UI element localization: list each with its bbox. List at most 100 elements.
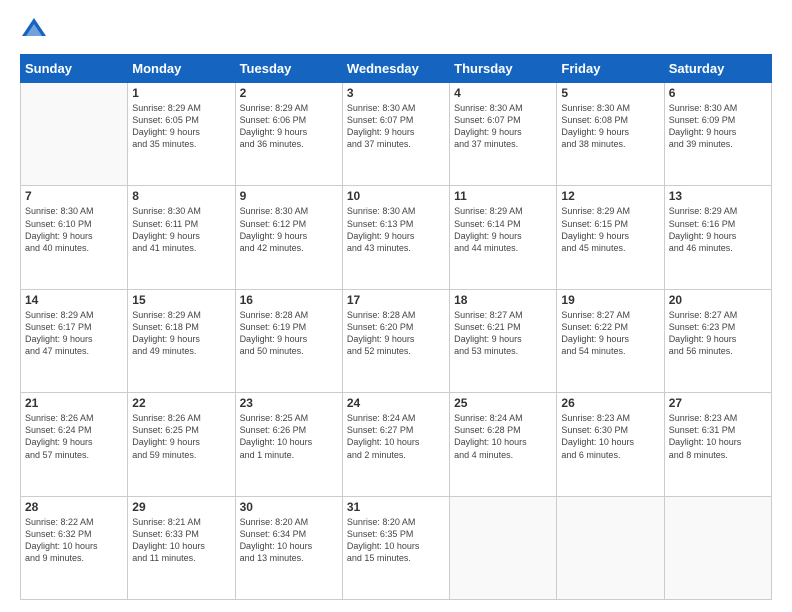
day-info: Sunrise: 8:26 AM Sunset: 6:25 PM Dayligh… [132, 412, 230, 461]
day-number: 21 [25, 396, 123, 410]
day-info: Sunrise: 8:29 AM Sunset: 6:05 PM Dayligh… [132, 102, 230, 151]
weekday-header-thursday: Thursday [450, 55, 557, 83]
day-info: Sunrise: 8:29 AM Sunset: 6:15 PM Dayligh… [561, 205, 659, 254]
weekday-header-wednesday: Wednesday [342, 55, 449, 83]
day-number: 4 [454, 86, 552, 100]
calendar-cell: 1 Sunrise: 8:29 AM Sunset: 6:05 PM Daylig… [128, 83, 235, 186]
weekday-header-tuesday: Tuesday [235, 55, 342, 83]
day-info: Sunrise: 8:20 AM Sunset: 6:35 PM Dayligh… [347, 516, 445, 565]
day-info: Sunrise: 8:27 AM Sunset: 6:23 PM Dayligh… [669, 309, 767, 358]
day-number: 23 [240, 396, 338, 410]
calendar-cell: 30 Sunrise: 8:20 AM Sunset: 6:34 PM Dayli… [235, 496, 342, 599]
calendar-cell: 8 Sunrise: 8:30 AM Sunset: 6:11 PM Daylig… [128, 186, 235, 289]
calendar-cell [450, 496, 557, 599]
calendar-cell: 18 Sunrise: 8:27 AM Sunset: 6:21 PM Dayli… [450, 289, 557, 392]
day-info: Sunrise: 8:23 AM Sunset: 6:31 PM Dayligh… [669, 412, 767, 461]
weekday-header-friday: Friday [557, 55, 664, 83]
day-number: 24 [347, 396, 445, 410]
day-info: Sunrise: 8:30 AM Sunset: 6:07 PM Dayligh… [454, 102, 552, 151]
day-number: 16 [240, 293, 338, 307]
calendar-cell: 15 Sunrise: 8:29 AM Sunset: 6:18 PM Dayli… [128, 289, 235, 392]
day-info: Sunrise: 8:30 AM Sunset: 6:10 PM Dayligh… [25, 205, 123, 254]
day-info: Sunrise: 8:24 AM Sunset: 6:27 PM Dayligh… [347, 412, 445, 461]
calendar-cell: 11Sunrise: 8:29 AM Sunset: 6:14 PM Dayli… [450, 186, 557, 289]
day-info: Sunrise: 8:26 AM Sunset: 6:24 PM Dayligh… [25, 412, 123, 461]
day-number: 17 [347, 293, 445, 307]
day-info: Sunrise: 8:27 AM Sunset: 6:21 PM Dayligh… [454, 309, 552, 358]
day-number: 15 [132, 293, 230, 307]
day-info: Sunrise: 8:30 AM Sunset: 6:13 PM Dayligh… [347, 205, 445, 254]
day-info: Sunrise: 8:25 AM Sunset: 6:26 PM Dayligh… [240, 412, 338, 461]
calendar-cell: 29 Sunrise: 8:21 AM Sunset: 6:33 PM Dayli… [128, 496, 235, 599]
calendar-cell: 23 Sunrise: 8:25 AM Sunset: 6:26 PM Dayli… [235, 393, 342, 496]
calendar-cell: 16 Sunrise: 8:28 AM Sunset: 6:19 PM Dayli… [235, 289, 342, 392]
day-number: 7 [25, 189, 123, 203]
calendar-cell: 19Sunrise: 8:27 AM Sunset: 6:22 PM Dayli… [557, 289, 664, 392]
calendar-table: SundayMondayTuesdayWednesdayThursdayFrid… [20, 54, 772, 600]
calendar-cell: 27 Sunrise: 8:23 AM Sunset: 6:31 PM Dayli… [664, 393, 771, 496]
calendar-cell: 31 Sunrise: 8:20 AM Sunset: 6:35 PM Dayli… [342, 496, 449, 599]
calendar-cell: 3Sunrise: 8:30 AM Sunset: 6:07 PM Daylig… [342, 83, 449, 186]
calendar-cell: 20Sunrise: 8:27 AM Sunset: 6:23 PM Dayli… [664, 289, 771, 392]
day-number: 2 [240, 86, 338, 100]
page: SundayMondayTuesdayWednesdayThursdayFrid… [0, 0, 792, 612]
day-info: Sunrise: 8:30 AM Sunset: 6:09 PM Dayligh… [669, 102, 767, 151]
day-number: 31 [347, 500, 445, 514]
day-info: Sunrise: 8:28 AM Sunset: 6:19 PM Dayligh… [240, 309, 338, 358]
day-number: 12 [561, 189, 659, 203]
day-info: Sunrise: 8:20 AM Sunset: 6:34 PM Dayligh… [240, 516, 338, 565]
calendar-cell: 10 Sunrise: 8:30 AM Sunset: 6:13 PM Dayli… [342, 186, 449, 289]
logo-icon [20, 16, 48, 44]
calendar-header-row: SundayMondayTuesdayWednesdayThursdayFrid… [21, 55, 772, 83]
calendar-cell: 22 Sunrise: 8:26 AM Sunset: 6:25 PM Dayli… [128, 393, 235, 496]
day-info: Sunrise: 8:29 AM Sunset: 6:17 PM Dayligh… [25, 309, 123, 358]
calendar-cell: 24 Sunrise: 8:24 AM Sunset: 6:27 PM Dayli… [342, 393, 449, 496]
calendar-cell: 21 Sunrise: 8:26 AM Sunset: 6:24 PM Dayli… [21, 393, 128, 496]
calendar-cell: 28Sunrise: 8:22 AM Sunset: 6:32 PM Dayli… [21, 496, 128, 599]
calendar-cell: 13 Sunrise: 8:29 AM Sunset: 6:16 PM Dayli… [664, 186, 771, 289]
weekday-header-sunday: Sunday [21, 55, 128, 83]
day-info: Sunrise: 8:29 AM Sunset: 6:18 PM Dayligh… [132, 309, 230, 358]
calendar-cell: 7 Sunrise: 8:30 AM Sunset: 6:10 PM Daylig… [21, 186, 128, 289]
calendar-cell: 25Sunrise: 8:24 AM Sunset: 6:28 PM Dayli… [450, 393, 557, 496]
calendar-cell: 2Sunrise: 8:29 AM Sunset: 6:06 PM Daylig… [235, 83, 342, 186]
day-info: Sunrise: 8:30 AM Sunset: 6:07 PM Dayligh… [347, 102, 445, 151]
day-info: Sunrise: 8:30 AM Sunset: 6:08 PM Dayligh… [561, 102, 659, 151]
day-number: 30 [240, 500, 338, 514]
calendar-cell: 12 Sunrise: 8:29 AM Sunset: 6:15 PM Dayli… [557, 186, 664, 289]
day-number: 18 [454, 293, 552, 307]
calendar-week-row: 14 Sunrise: 8:29 AM Sunset: 6:17 PM Dayli… [21, 289, 772, 392]
day-info: Sunrise: 8:28 AM Sunset: 6:20 PM Dayligh… [347, 309, 445, 358]
weekday-header-saturday: Saturday [664, 55, 771, 83]
day-number: 13 [669, 189, 767, 203]
day-number: 27 [669, 396, 767, 410]
day-info: Sunrise: 8:29 AM Sunset: 6:16 PM Dayligh… [669, 205, 767, 254]
day-number: 9 [240, 189, 338, 203]
calendar-cell: 17 Sunrise: 8:28 AM Sunset: 6:20 PM Dayli… [342, 289, 449, 392]
day-number: 10 [347, 189, 445, 203]
day-number: 29 [132, 500, 230, 514]
calendar-week-row: 7 Sunrise: 8:30 AM Sunset: 6:10 PM Daylig… [21, 186, 772, 289]
calendar-cell: 9 Sunrise: 8:30 AM Sunset: 6:12 PM Daylig… [235, 186, 342, 289]
calendar-cell: 4 Sunrise: 8:30 AM Sunset: 6:07 PM Daylig… [450, 83, 557, 186]
calendar-cell: 14 Sunrise: 8:29 AM Sunset: 6:17 PM Dayli… [21, 289, 128, 392]
calendar-cell: 26Sunrise: 8:23 AM Sunset: 6:30 PM Dayli… [557, 393, 664, 496]
calendar-body: 1 Sunrise: 8:29 AM Sunset: 6:05 PM Daylig… [21, 83, 772, 600]
day-number: 8 [132, 189, 230, 203]
weekday-header-monday: Monday [128, 55, 235, 83]
calendar-cell [557, 496, 664, 599]
day-number: 1 [132, 86, 230, 100]
day-number: 22 [132, 396, 230, 410]
day-number: 14 [25, 293, 123, 307]
logo [20, 16, 52, 44]
day-info: Sunrise: 8:30 AM Sunset: 6:12 PM Dayligh… [240, 205, 338, 254]
calendar-cell [21, 83, 128, 186]
day-info: Sunrise: 8:23 AM Sunset: 6:30 PM Dayligh… [561, 412, 659, 461]
calendar-cell: 6 Sunrise: 8:30 AM Sunset: 6:09 PM Daylig… [664, 83, 771, 186]
day-number: 6 [669, 86, 767, 100]
day-info: Sunrise: 8:21 AM Sunset: 6:33 PM Dayligh… [132, 516, 230, 565]
day-number: 28 [25, 500, 123, 514]
day-info: Sunrise: 8:27 AM Sunset: 6:22 PM Dayligh… [561, 309, 659, 358]
day-number: 25 [454, 396, 552, 410]
day-info: Sunrise: 8:30 AM Sunset: 6:11 PM Dayligh… [132, 205, 230, 254]
